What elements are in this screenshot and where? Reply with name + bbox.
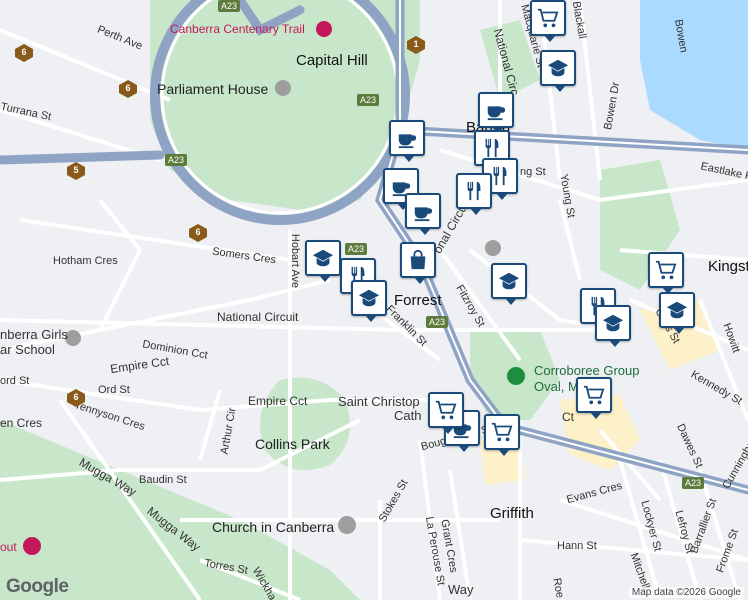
street-label-ord: Ord St <box>98 384 130 396</box>
school-icon[interactable] <box>595 305 631 347</box>
street-label-ct: Ct <box>562 410 574 424</box>
route-shield: 6 <box>119 80 137 98</box>
school-icon[interactable] <box>491 263 527 305</box>
grocery-cart-icon[interactable] <box>530 0 566 42</box>
restaurant-icon[interactable] <box>456 173 492 215</box>
poi-label-girls-school-1[interactable]: nberra Girls <box>0 327 68 342</box>
poi-label-centenary-trail[interactable]: Canberra Centenary Trail <box>170 22 305 36</box>
street-label-hotham: Hotham Cres <box>53 255 118 267</box>
street-label-national-circuit: National Circuit <box>217 310 299 324</box>
street-label-way: Way <box>448 582 474 597</box>
school-icon[interactable] <box>659 292 695 334</box>
street-label-en-cres: en Cres <box>0 416 43 430</box>
suburb-label-kingston: Kingston <box>708 258 748 275</box>
route-shield: 5 <box>67 162 85 180</box>
map-view[interactable]: Capital Hill Barton Forrest Kingston Gri… <box>0 0 748 600</box>
school-icon[interactable] <box>305 240 341 282</box>
poi-label-out[interactable]: out <box>0 540 17 554</box>
poi-label-st-christopher-1[interactable]: Saint Christop <box>338 394 420 409</box>
cafe-icon[interactable] <box>478 92 514 134</box>
route-label-a23: A23 <box>426 316 449 328</box>
route-shield: 6 <box>15 44 33 62</box>
poi-label-church[interactable]: Church in Canberra <box>212 519 334 535</box>
street-label-empire-2: Empire Cct <box>248 394 308 408</box>
grocery-cart-icon[interactable] <box>576 377 612 419</box>
street-label-hobart: Hobart Ave <box>289 233 302 289</box>
street-label-ng-st: ng St <box>520 166 546 178</box>
street-label-ord-2: ord St <box>0 375 30 387</box>
poi-label-st-christopher-2[interactable]: Cath <box>394 408 421 423</box>
route-shield: 6 <box>67 389 85 407</box>
route-label-a23: A23 <box>682 477 705 489</box>
map-attribution[interactable]: Map data ©2026 Google <box>628 587 744 598</box>
cafe-icon[interactable] <box>389 120 425 162</box>
route-label-a23: A23 <box>165 154 188 166</box>
school-icon[interactable] <box>540 50 576 92</box>
grocery-cart-icon[interactable] <box>648 252 684 294</box>
grocery-cart-icon[interactable] <box>484 414 520 456</box>
route-shield: 6 <box>189 224 207 242</box>
route-label-a23: A23 <box>218 0 241 12</box>
route-shield: 1 <box>407 36 425 54</box>
poi-label-collins-park[interactable]: Collins Park <box>255 436 330 452</box>
suburb-label-griffith: Griffith <box>490 505 534 522</box>
google-logo: Google <box>6 576 69 597</box>
school-icon[interactable] <box>351 280 387 322</box>
route-label-a23: A23 <box>345 243 368 255</box>
poi-label-corroboree-1[interactable]: Corroboree Group <box>534 363 640 378</box>
poi-label-parliament-house[interactable]: Parliament House <box>157 81 268 97</box>
street-label-baudin: Baudin St <box>139 474 187 486</box>
route-label-a23: A23 <box>357 94 380 106</box>
cafe-icon[interactable] <box>405 193 441 235</box>
shopping-bag-icon[interactable] <box>400 242 436 284</box>
poi-label-corroboree-2[interactable]: Oval, M <box>534 379 579 394</box>
street-label-hann: Hann St <box>557 540 597 552</box>
suburb-label-capital-hill: Capital Hill <box>296 52 368 69</box>
suburb-label-forrest: Forrest <box>394 292 442 309</box>
grocery-cart-icon[interactable] <box>428 392 464 434</box>
poi-label-girls-school-2[interactable]: ar School <box>0 342 55 357</box>
